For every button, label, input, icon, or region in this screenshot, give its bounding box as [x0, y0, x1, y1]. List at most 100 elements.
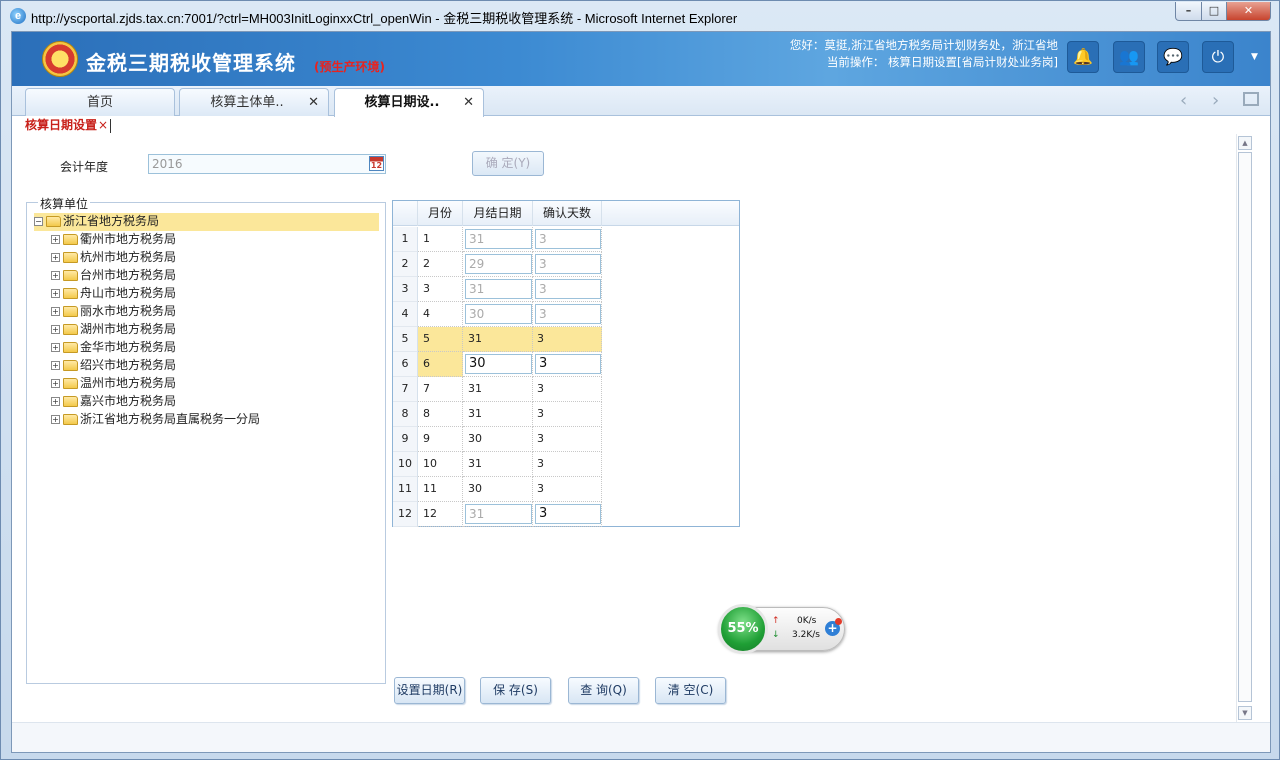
close-date-cell[interactable]: 30: [463, 477, 533, 502]
scroll-up-icon[interactable]: ▲: [1238, 136, 1252, 150]
confirm-days-cell[interactable]: 3: [533, 327, 602, 352]
tree-node[interactable]: + 舟山市地方税务局: [51, 285, 176, 303]
confirm-days-cell[interactable]: 3: [533, 452, 602, 477]
expand-icon[interactable]: +: [51, 253, 60, 262]
confirm-days-cell[interactable]: 3: [533, 377, 602, 402]
tab-home[interactable]: 首页: [25, 88, 175, 116]
expand-icon[interactable]: +: [51, 415, 60, 424]
close-date-input[interactable]: 30: [465, 304, 532, 324]
tab-prev-icon[interactable]: ‹: [1180, 90, 1187, 112]
confirm-days-input[interactable]: 3: [535, 304, 601, 324]
close-date-input[interactable]: 30: [465, 354, 532, 374]
close-date-cell[interactable]: 30: [463, 302, 533, 327]
close-date-input[interactable]: 31: [465, 279, 532, 299]
tree-root-node[interactable]: − 浙江省地方税务局: [34, 213, 379, 231]
tree-node[interactable]: + 浙江省地方税务局直属税务一分局: [51, 411, 260, 429]
expand-icon[interactable]: +: [51, 289, 60, 298]
expand-icon[interactable]: +: [51, 343, 60, 352]
confirm-days-cell[interactable]: 3: [533, 252, 602, 277]
tree-node[interactable]: + 嘉兴市地方税务局: [51, 393, 176, 411]
query-button[interactable]: 查 询(Q): [568, 677, 639, 704]
users-icon[interactable]: 👥: [1113, 41, 1145, 73]
close-date-cell[interactable]: 31: [463, 327, 533, 352]
table-row[interactable]: 11 11 30 3: [393, 477, 739, 502]
tab-accounting-entity[interactable]: 核算主体单.. ✕: [179, 88, 329, 116]
close-date-cell[interactable]: 31: [463, 377, 533, 402]
expand-icon[interactable]: +: [51, 325, 60, 334]
close-date-input[interactable]: 31: [465, 504, 532, 524]
confirm-days-cell[interactable]: 3: [533, 427, 602, 452]
table-row[interactable]: 4 4 30 3: [393, 302, 739, 327]
close-date-cell[interactable]: 31: [463, 277, 533, 302]
tree-node[interactable]: + 金华市地方税务局: [51, 339, 176, 357]
set-date-button[interactable]: 设置日期(R): [394, 677, 465, 704]
tree-node[interactable]: + 台州市地方税务局: [51, 267, 176, 285]
network-speed-widget[interactable]: 55% ↑ 0K/s ↓ 3.2K/s +: [718, 604, 845, 654]
header-menu-dropdown-icon[interactable]: ▼: [1251, 52, 1258, 62]
close-date-cell[interactable]: 31: [463, 402, 533, 427]
confirm-days-input[interactable]: 3: [535, 254, 601, 274]
expand-icon[interactable]: +: [51, 271, 60, 280]
clear-button[interactable]: 清 空(C): [655, 677, 726, 704]
tab-close-icon[interactable]: ✕: [308, 89, 319, 117]
window-restore-icon[interactable]: [1243, 92, 1259, 106]
close-date-input[interactable]: 29: [465, 254, 532, 274]
vertical-scrollbar[interactable]: ▲ ▼: [1236, 134, 1252, 722]
confirm-days-cell[interactable]: 3: [533, 227, 602, 252]
save-button[interactable]: 保 存(S): [480, 677, 551, 704]
tree-node[interactable]: + 杭州市地方税务局: [51, 249, 176, 267]
expand-icon[interactable]: +: [51, 379, 60, 388]
confirm-days-cell[interactable]: 3: [533, 352, 602, 377]
expand-icon[interactable]: +: [51, 397, 60, 406]
confirm-days-cell[interactable]: 3: [533, 277, 602, 302]
confirm-days-input[interactable]: 3: [535, 504, 601, 524]
confirm-days-input[interactable]: 3: [535, 229, 601, 249]
chat-icon[interactable]: 💬: [1157, 41, 1189, 73]
calendar-icon[interactable]: 12: [369, 156, 384, 171]
table-row[interactable]: 5 5 31 3: [393, 327, 739, 352]
close-date-cell[interactable]: 30: [463, 427, 533, 452]
close-date-cell[interactable]: 31: [463, 227, 533, 252]
close-date-cell[interactable]: 29: [463, 252, 533, 277]
table-row[interactable]: 3 3 31 3: [393, 277, 739, 302]
confirm-days-cell[interactable]: 3: [533, 402, 602, 427]
minimize-button[interactable]: –: [1175, 2, 1202, 21]
tree-node[interactable]: + 衢州市地方税务局: [51, 231, 176, 249]
subtab-accounting-date[interactable]: 核算日期设置×: [25, 116, 112, 134]
subtab-close-icon[interactable]: ×: [98, 118, 108, 132]
close-date-cell[interactable]: 30: [463, 352, 533, 377]
bell-icon[interactable]: 🔔: [1067, 41, 1099, 73]
confirm-days-input[interactable]: 3: [535, 354, 601, 374]
table-row[interactable]: 10 10 31 3: [393, 452, 739, 477]
memory-usage-gauge[interactable]: 55%: [718, 604, 768, 654]
confirm-days-input[interactable]: 3: [535, 279, 601, 299]
tab-next-icon[interactable]: ›: [1212, 90, 1219, 112]
table-row[interactable]: 6 6 30 3: [393, 352, 739, 377]
expand-icon[interactable]: +: [51, 235, 60, 244]
close-date-cell[interactable]: 31: [463, 452, 533, 477]
maximize-button[interactable]: □: [1201, 2, 1227, 21]
tree-node[interactable]: + 丽水市地方税务局: [51, 303, 176, 321]
close-date-input[interactable]: 31: [465, 229, 532, 249]
power-icon[interactable]: ⏻: [1202, 41, 1234, 73]
tree-node[interactable]: + 温州市地方税务局: [51, 375, 176, 393]
expand-icon[interactable]: +: [51, 361, 60, 370]
tab-accounting-date[interactable]: 核算日期设.. ✕: [334, 88, 484, 117]
confirm-days-cell[interactable]: 3: [533, 502, 602, 527]
table-row[interactable]: 7 7 31 3: [393, 377, 739, 402]
table-row[interactable]: 12 12 31 3: [393, 502, 739, 527]
tree-node[interactable]: + 湖州市地方税务局: [51, 321, 176, 339]
close-date-cell[interactable]: 31: [463, 502, 533, 527]
close-window-button[interactable]: ✕: [1226, 2, 1271, 21]
expand-icon[interactable]: +: [51, 307, 60, 316]
confirm-days-cell[interactable]: 3: [533, 477, 602, 502]
table-row[interactable]: 9 9 30 3: [393, 427, 739, 452]
fiscal-year-field[interactable]: 2016: [148, 154, 386, 174]
table-row[interactable]: 1 1 31 3: [393, 227, 739, 252]
scroll-down-icon[interactable]: ▼: [1238, 706, 1252, 720]
table-row[interactable]: 8 8 31 3: [393, 402, 739, 427]
table-row[interactable]: 2 2 29 3: [393, 252, 739, 277]
confirm-button[interactable]: 确 定(Y): [472, 151, 544, 176]
confirm-days-cell[interactable]: 3: [533, 302, 602, 327]
scroll-thumb[interactable]: [1238, 152, 1252, 702]
